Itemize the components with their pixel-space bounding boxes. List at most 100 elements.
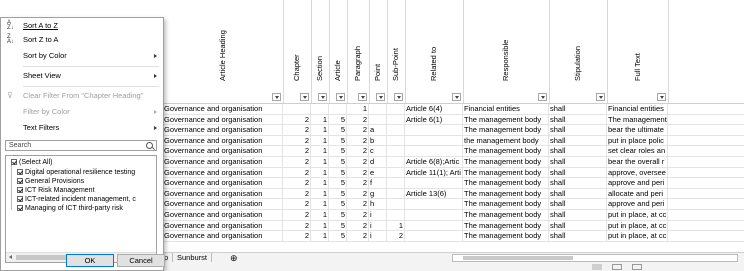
- table-cell-article[interactable]: 5: [329, 210, 347, 220]
- table-cell-paragraph[interactable]: 2: [347, 135, 369, 146]
- table-cell-point[interactable]: i: [369, 231, 387, 242]
- table-cell-point[interactable]: b: [369, 135, 387, 146]
- table-cell-heading[interactable]: Governance and organisation: [163, 104, 283, 114]
- table-cell-point[interactable]: e: [369, 167, 387, 178]
- table-cell-point[interactable]: c: [369, 146, 387, 157]
- table-cell-subpoint[interactable]: [387, 167, 405, 178]
- table-cell-subpoint[interactable]: 1: [387, 220, 405, 231]
- table-cell-fulltext[interactable]: put in place, at cc: [607, 220, 668, 231]
- table-cell-article[interactable]: 5: [329, 167, 347, 178]
- checkbox-checked-icon[interactable]: [17, 205, 23, 211]
- table-cell-chapter[interactable]: 2: [283, 157, 311, 167]
- checkbox-checked-icon[interactable]: [17, 196, 23, 202]
- table-cell-subpoint[interactable]: 2: [387, 231, 405, 242]
- table-cell-paragraph[interactable]: 2: [347, 125, 369, 136]
- table-cell-stipulation[interactable]: shall: [549, 135, 607, 146]
- table-cell-section[interactable]: 1: [311, 157, 329, 167]
- column-header-stipulation[interactable]: Stipulation: [549, 0, 608, 103]
- table-cell-section[interactable]: 1: [311, 167, 329, 178]
- table-cell-article[interactable]: 5: [329, 199, 347, 210]
- table-cell-related[interactable]: Article 11(1); Arti: [405, 167, 463, 178]
- table-cell-stipulation[interactable]: shall: [549, 167, 607, 178]
- table-cell-point[interactable]: [369, 104, 387, 114]
- menu-text-filters[interactable]: Text Filters: [1, 122, 163, 134]
- scroll-left-icon[interactable]: [9, 255, 12, 259]
- table-cell-heading[interactable]: Governance and organisation: [163, 199, 283, 210]
- table-cell-responsible[interactable]: The management body: [463, 157, 549, 167]
- table-cell-related[interactable]: [405, 231, 463, 242]
- table-cell-responsible[interactable]: The management body: [463, 125, 549, 136]
- table-cell-heading[interactable]: Governance and organisation: [163, 210, 283, 220]
- table-cell-point[interactable]: f: [369, 178, 387, 189]
- table-cell-subpoint[interactable]: [387, 114, 405, 125]
- normal-view-icon[interactable]: [592, 264, 602, 270]
- table-cell-point[interactable]: [369, 114, 387, 125]
- table-cell-heading[interactable]: Governance and organisation: [163, 157, 283, 167]
- table-cell-heading[interactable]: Governance and organisation: [163, 135, 283, 146]
- column-header-section[interactable]: Section: [311, 0, 330, 103]
- table-cell-chapter[interactable]: 2: [283, 125, 311, 136]
- table-cell-chapter[interactable]: 2: [283, 178, 311, 189]
- table-cell-fulltext[interactable]: The management: [607, 114, 668, 125]
- table-cell-heading[interactable]: Governance and organisation: [163, 125, 283, 136]
- table-cell-stipulation[interactable]: shall: [549, 125, 607, 136]
- table-cell-responsible[interactable]: the management body: [463, 135, 549, 146]
- table-cell-heading[interactable]: Governance and organisation: [163, 231, 283, 242]
- table-cell-fulltext[interactable]: set clear roles an: [607, 146, 668, 157]
- column-header-paragraph[interactable]: Paragraph: [347, 0, 370, 103]
- table-cell-paragraph[interactable]: 1: [347, 104, 369, 114]
- table-cell-responsible[interactable]: The management body: [463, 167, 549, 178]
- page-break-icon[interactable]: [632, 264, 642, 270]
- table-cell-paragraph[interactable]: 2: [347, 220, 369, 231]
- table-cell-responsible[interactable]: The management body: [463, 146, 549, 157]
- ok-button[interactable]: OK: [66, 254, 114, 267]
- table-cell-paragraph[interactable]: 2: [347, 199, 369, 210]
- table-cell-point[interactable]: i: [369, 220, 387, 231]
- table-cell-heading[interactable]: Governance and organisation: [163, 188, 283, 199]
- table-cell-article[interactable]: 5: [329, 146, 347, 157]
- filter-dropdown-icon[interactable]: [300, 93, 309, 101]
- table-cell-heading[interactable]: Governance and organisation: [163, 146, 283, 157]
- table-cell-point[interactable]: d: [369, 157, 387, 167]
- menu-clear-filter[interactable]: ⊽ Clear Filter From "Chapter Heading": [1, 90, 163, 102]
- table-cell-chapter[interactable]: 2: [283, 231, 311, 242]
- filter-dropdown-icon[interactable]: [538, 93, 547, 101]
- table-cell-section[interactable]: 1: [311, 178, 329, 189]
- table-cell-section[interactable]: 1: [311, 199, 329, 210]
- table-cell-stipulation[interactable]: shall: [549, 220, 607, 231]
- table-cell-related[interactable]: [405, 125, 463, 136]
- table-cell-section[interactable]: 1: [311, 114, 329, 125]
- checkbox-checked-icon[interactable]: [17, 187, 23, 193]
- table-cell-paragraph[interactable]: 2: [347, 210, 369, 220]
- table-cell-point[interactable]: g: [369, 188, 387, 199]
- filter-dropdown-icon[interactable]: [657, 93, 666, 101]
- table-cell-article[interactable]: 5: [329, 220, 347, 231]
- table-cell-chapter[interactable]: 2: [283, 220, 311, 231]
- table-cell-article[interactable]: 5: [329, 125, 347, 136]
- table-cell-related[interactable]: [405, 146, 463, 157]
- table-cell-related[interactable]: [405, 178, 463, 189]
- table-cell-stipulation[interactable]: shall: [549, 104, 607, 114]
- table-cell-section[interactable]: 1: [311, 188, 329, 199]
- table-cell-responsible[interactable]: The management body: [463, 199, 549, 210]
- table-cell-fulltext[interactable]: bear the overall r: [607, 157, 668, 167]
- column-header-responsible[interactable]: Responsible: [463, 0, 550, 103]
- table-cell-paragraph[interactable]: 2: [347, 167, 369, 178]
- table-cell-article[interactable]: 5: [329, 178, 347, 189]
- table-cell-section[interactable]: [311, 104, 329, 114]
- filter-dropdown-icon[interactable]: [376, 93, 385, 101]
- table-cell-section[interactable]: 1: [311, 220, 329, 231]
- table-cell-point[interactable]: a: [369, 125, 387, 136]
- table-cell-stipulation[interactable]: shall: [549, 178, 607, 189]
- table-cell-responsible[interactable]: The management body: [463, 188, 549, 199]
- table-cell-chapter[interactable]: 2: [283, 135, 311, 146]
- table-cell-chapter[interactable]: 2: [283, 114, 311, 125]
- table-cell-paragraph[interactable]: 2: [347, 178, 369, 189]
- table-cell-subpoint[interactable]: [387, 135, 405, 146]
- table-cell-related[interactable]: Article 13(6): [405, 188, 463, 199]
- table-cell-stipulation[interactable]: shall: [549, 188, 607, 199]
- table-cell-stipulation[interactable]: shall: [549, 199, 607, 210]
- table-cell-fulltext[interactable]: approve, oversee: [607, 167, 668, 178]
- table-cell-fulltext[interactable]: approve and peri: [607, 199, 668, 210]
- table-cell-section[interactable]: 1: [311, 231, 329, 242]
